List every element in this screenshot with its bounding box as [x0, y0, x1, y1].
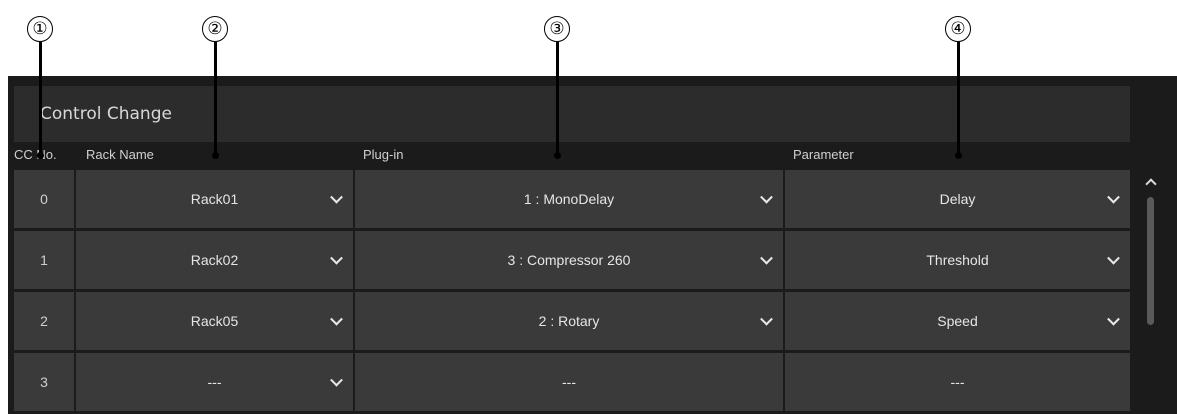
- chevron-down-icon: [760, 251, 773, 265]
- rack-name-value: ---: [207, 374, 222, 390]
- chevron-down-icon: [330, 373, 343, 387]
- rack-name-dropdown[interactable]: Rack01: [76, 170, 353, 228]
- rack-name-value: Rack01: [190, 191, 239, 207]
- chevron-down-icon: [1107, 190, 1120, 204]
- callout-1: ①: [27, 16, 53, 42]
- parameter-dropdown[interactable]: Delay: [785, 170, 1130, 228]
- plugin-value: ---: [562, 374, 576, 390]
- plugin-value: 2 : Rotary: [538, 313, 600, 329]
- plugin-value: 1 : MonoDelay: [523, 191, 615, 207]
- column-header-rack-name: Rack Name: [86, 147, 154, 162]
- chevron-down-icon: [330, 190, 343, 204]
- scrollbar-thumb[interactable]: [1147, 197, 1154, 325]
- column-header-cc-no: CC No.: [14, 147, 57, 162]
- chevron-down-icon: [1107, 251, 1120, 265]
- parameter-value: Delay: [939, 191, 976, 207]
- cc-number: 1: [14, 231, 74, 289]
- vertical-scrollbar[interactable]: [1141, 173, 1161, 373]
- callout-2: ②: [202, 16, 228, 42]
- panel-title: Control Change: [14, 86, 1130, 142]
- cc-number: 2: [14, 292, 74, 350]
- table-row: 3 --- --- ---: [8, 353, 1138, 411]
- callout-3-leader: [554, 42, 561, 159]
- plugin-dropdown[interactable]: 1 : MonoDelay: [355, 170, 783, 228]
- chevron-down-icon: [760, 190, 773, 204]
- plugin-dropdown[interactable]: ---: [355, 353, 783, 411]
- plugin-dropdown[interactable]: 3 : Compressor 260: [355, 231, 783, 289]
- cc-number: 0: [14, 170, 74, 228]
- chevron-down-icon: [330, 312, 343, 326]
- chevron-down-icon: [760, 312, 773, 326]
- chevron-down-icon: [330, 251, 343, 265]
- control-change-panel: Control Change CC No. Rack Name Plug-in …: [8, 76, 1177, 414]
- callout-3: ③: [544, 16, 570, 42]
- plugin-value: 3 : Compressor 260: [507, 252, 631, 268]
- table-row: 1 Rack02 3 : Compressor 260 Threshold: [8, 231, 1138, 289]
- parameter-dropdown[interactable]: Speed: [785, 292, 1130, 350]
- parameter-value: Speed: [937, 313, 978, 329]
- parameter-value: ---: [950, 374, 965, 390]
- parameter-value: Threshold: [926, 252, 989, 268]
- callout-4-leader: [955, 42, 962, 159]
- chevron-down-icon: [1107, 312, 1120, 326]
- callout-1-leader: [37, 42, 44, 159]
- column-header-plug-in: Plug-in: [363, 147, 404, 162]
- rack-name-value: Rack05: [190, 313, 239, 329]
- plugin-dropdown[interactable]: 2 : Rotary: [355, 292, 783, 350]
- parameter-dropdown[interactable]: Threshold: [785, 231, 1130, 289]
- callout-4: ④: [945, 16, 971, 42]
- table-row: 0 Rack01 1 : MonoDelay Delay: [8, 170, 1138, 228]
- table-row: 2 Rack05 2 : Rotary Speed: [8, 292, 1138, 350]
- rack-name-dropdown[interactable]: Rack05: [76, 292, 353, 350]
- rack-name-dropdown[interactable]: Rack02: [76, 231, 353, 289]
- rack-name-value: Rack02: [190, 252, 239, 268]
- callout-2-leader: [212, 42, 219, 159]
- parameter-dropdown[interactable]: ---: [785, 353, 1130, 411]
- column-header-parameter: Parameter: [793, 147, 854, 162]
- cc-number: 3: [14, 353, 74, 411]
- chevron-up-icon[interactable]: [1145, 178, 1157, 190]
- rack-name-dropdown[interactable]: ---: [76, 353, 353, 411]
